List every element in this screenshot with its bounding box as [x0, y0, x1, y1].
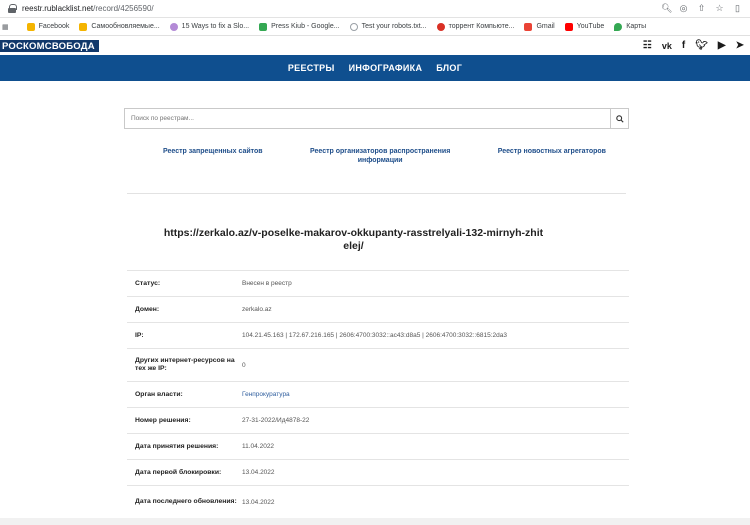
folder-icon	[26, 22, 35, 31]
telegram-icon[interactable]: ➤	[736, 40, 744, 51]
search-icon	[615, 114, 624, 123]
row-value: 27-31-2022/Ид4878-22	[242, 417, 310, 424]
rss-icon[interactable]: ☷	[643, 40, 652, 51]
bookmarks-bar: ▦ Facebook Самообновляемые... 15 Ways to…	[0, 18, 750, 36]
page-bottom-edge	[0, 518, 750, 525]
table-row: Дата последнего обновления: 13.04.2022	[127, 486, 629, 519]
bookmark-item[interactable]: Самообновляемые...	[79, 22, 160, 31]
apps-icon: ▦	[2, 23, 9, 31]
bookmark-item[interactable]: Facebook	[26, 22, 69, 31]
row-value: 0	[242, 361, 246, 369]
folder-icon	[79, 22, 88, 31]
zoom-icon[interactable]: 🔍︎	[661, 4, 672, 13]
link-organizers[interactable]: Реестр организаторов распространения инф…	[308, 147, 453, 193]
row-value: 11.04.2022	[242, 443, 275, 450]
table-row: Номер решения: 27-31-2022/Ид4878-22	[127, 408, 629, 434]
row-label: Других интернет-ресурсов на тех же IP:	[135, 357, 235, 372]
nav-blog[interactable]: БЛОГ	[436, 63, 462, 73]
lock-icon	[8, 4, 17, 13]
table-row: Дата принятия решения: 11.04.2022	[127, 434, 629, 460]
youtube-icon[interactable]: ▶	[718, 40, 726, 51]
search-button[interactable]	[610, 108, 629, 129]
nav-registries[interactable]: РЕЕСТРЫ	[288, 63, 335, 73]
maps-icon	[614, 22, 623, 31]
bookmark-item[interactable]: 15 Ways to fix a Slo...	[169, 22, 249, 31]
row-label: Статус:	[135, 279, 161, 287]
bookmark-item[interactable]: Press Kiub - Google...	[259, 22, 340, 31]
row-label: Домен:	[135, 305, 160, 313]
site-logo[interactable]: РОСКОМСВОБОДА	[0, 39, 99, 52]
main-nav: РЕЕСТРЫ ИНФОГРАФИКА БЛОГ	[0, 55, 750, 81]
gmail-icon	[524, 22, 533, 31]
bookmark-item[interactable]: YouTube	[564, 22, 604, 31]
twitter-icon[interactable]: 🐦︎	[695, 40, 708, 51]
row-value: Внесен в реестр	[242, 280, 292, 287]
google-icon	[349, 22, 358, 31]
table-row: Других интернет-ресурсов на тех же IP: 0	[127, 349, 629, 382]
row-label: Дата первой блокировки:	[135, 468, 222, 476]
row-label: Дата последнего обновления:	[135, 498, 237, 505]
row-value: 104.21.45.163 | 172.67.216.165 | 2606:47…	[242, 332, 507, 339]
link-aggregators[interactable]: Реестр новостных агрегаторов	[498, 147, 606, 193]
bookmark-item[interactable]: Test your robots.txt...	[349, 22, 427, 31]
row-value: zerkalo.az	[242, 306, 272, 313]
sidebar-icon[interactable]: ▯	[733, 4, 742, 13]
facebook-icon[interactable]: f	[682, 40, 685, 51]
table-row: Домен: zerkalo.az	[127, 297, 629, 323]
share-icon[interactable]: ⇧	[697, 4, 706, 13]
row-label: Орган власти:	[135, 390, 183, 398]
drive-icon	[259, 22, 268, 31]
address-bar[interactable]: reestr.rublacklist.net/record/4256590/ 🔍…	[0, 0, 750, 18]
incognito-icon[interactable]: ◎	[679, 4, 688, 13]
bookmark-item[interactable]: Карты	[614, 22, 646, 31]
site-topbar: РОСКОМСВОБОДА ☷ vk f 🐦︎ ▶ ➤	[0, 36, 750, 55]
row-label: Номер решения:	[135, 416, 191, 424]
star-icon[interactable]: ☆	[715, 4, 724, 13]
social-links: ☷ vk f 🐦︎ ▶ ➤	[643, 40, 750, 51]
link-banned-sites[interactable]: Реестр запрещенных сайтов	[163, 147, 263, 193]
vk-icon[interactable]: vk	[662, 41, 672, 51]
record-url-title: https://zerkalo.az/v-poselke-makarov-okk…	[163, 227, 544, 252]
table-row: Орган власти: Генпрокуратура	[127, 382, 629, 408]
bookmark-apps[interactable]: ▦	[2, 23, 17, 31]
youtube-icon	[564, 22, 573, 31]
site-icon	[436, 22, 445, 31]
row-value: 13.04.2022	[242, 469, 275, 476]
url-text[interactable]: reestr.rublacklist.net/record/4256590/	[22, 4, 661, 13]
registry-links: Реестр запрещенных сайтов Реестр организ…	[127, 147, 626, 194]
search-form	[124, 108, 629, 129]
table-row: Статус: Внесен в реестр	[127, 271, 629, 297]
row-value: 13.04.2022	[242, 498, 275, 506]
row-label: IP:	[135, 331, 144, 339]
bookmark-item[interactable]: Gmail	[524, 22, 555, 31]
search-input[interactable]	[124, 108, 610, 129]
main-content: Реестр запрещенных сайтов Реестр организ…	[124, 108, 629, 519]
authority-link[interactable]: Генпрокуратура	[242, 391, 629, 398]
bookmark-item[interactable]: торрент Компьюте...	[436, 22, 514, 31]
nav-infographics[interactable]: ИНФОГРАФИКА	[349, 63, 423, 73]
site-icon	[169, 22, 178, 31]
record-details-table: Статус: Внесен в реестр Домен: zerkalo.a…	[127, 270, 629, 519]
table-row: IP: 104.21.45.163 | 172.67.216.165 | 260…	[127, 323, 629, 349]
row-label: Дата принятия решения:	[135, 442, 219, 450]
table-row: Дата первой блокировки: 13.04.2022	[127, 460, 629, 486]
